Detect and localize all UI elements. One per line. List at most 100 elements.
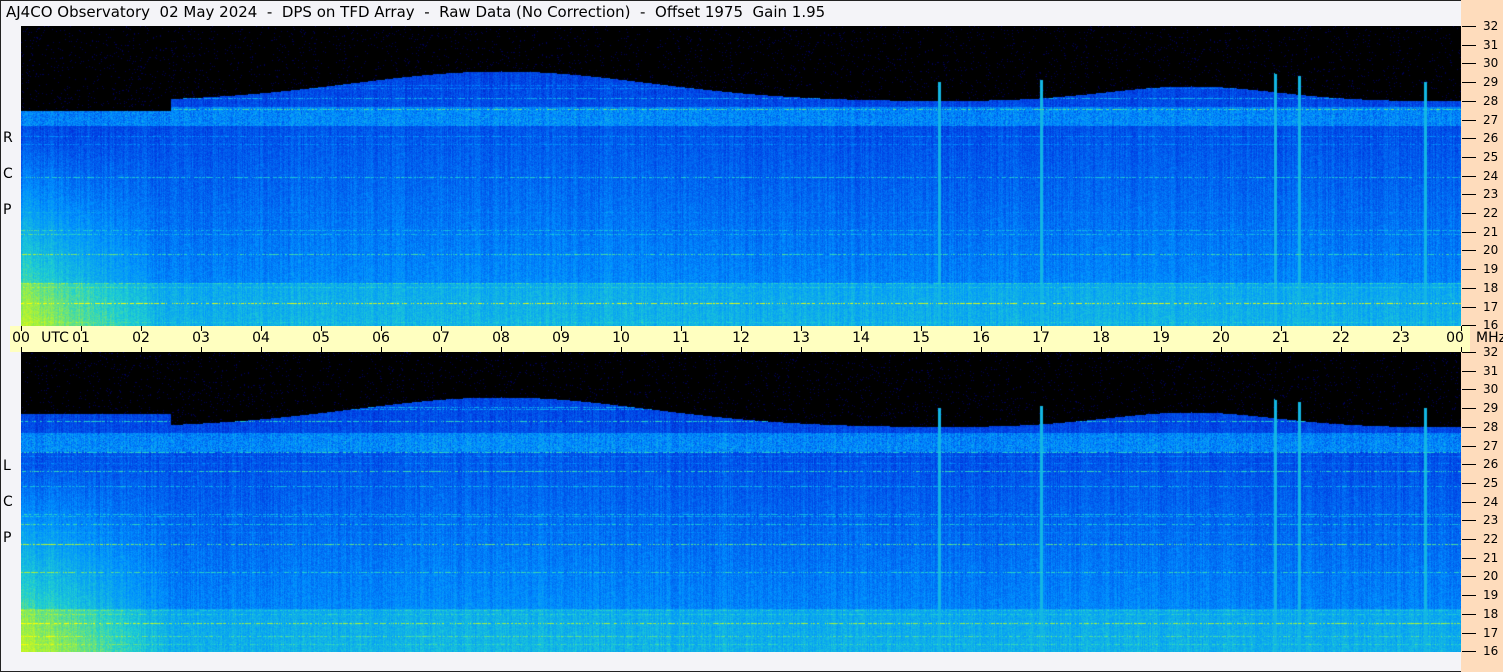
freq-tick-label: 23: [1483, 513, 1499, 528]
time-tick-label: 15: [912, 330, 930, 346]
time-tick-label: 04: [252, 330, 270, 346]
freq-tick-label: 27: [1483, 112, 1499, 127]
freq-tick-label: 24: [1483, 494, 1499, 509]
time-tick: [1401, 347, 1402, 352]
freq-tick-label: 26: [1483, 457, 1499, 472]
freq-tick: [1462, 325, 1476, 327]
time-tick-label: 07: [432, 330, 450, 346]
freq-tick: [1462, 370, 1476, 372]
freq-tick-label: 31: [1483, 37, 1499, 52]
freq-tick: [1462, 482, 1476, 484]
freq-tick-label: 21: [1483, 224, 1499, 239]
time-tick: [801, 347, 802, 352]
time-tick: [1101, 347, 1102, 352]
time-tick-label: 01: [72, 330, 90, 346]
time-tick-label: 10: [612, 330, 630, 346]
time-tick-label: 05: [312, 330, 330, 346]
time-tick-label: 08: [492, 330, 510, 346]
polarization-label: C: [3, 494, 13, 510]
time-tick: [921, 347, 922, 352]
freq-tick: [1462, 44, 1476, 46]
time-tick: [621, 347, 622, 352]
time-tick: [1341, 347, 1342, 352]
freq-tick-label: 30: [1483, 56, 1499, 71]
freq-tick: [1462, 156, 1476, 158]
freq-tick-label: 23: [1483, 187, 1499, 202]
polarization-label: L: [3, 458, 11, 474]
freq-tick-label: 17: [1483, 299, 1499, 314]
polarization-label: P: [3, 530, 12, 546]
freq-tick-label: 31: [1483, 363, 1499, 378]
time-tick-label: 00: [1446, 330, 1464, 346]
freq-tick-label: 20: [1483, 243, 1499, 258]
time-tick-label: 00: [12, 330, 30, 346]
polarization-label: C: [3, 166, 13, 182]
time-tick: [1281, 347, 1282, 352]
freq-tick: [1462, 539, 1476, 540]
time-tick: [81, 347, 82, 352]
freq-tick-label: 25: [1483, 475, 1499, 490]
freq-tick: [1462, 613, 1476, 615]
freq-tick-label: 16: [1483, 318, 1499, 333]
spectrogram-lcp: [21, 352, 1461, 652]
freq-tick: [1462, 100, 1476, 102]
time-tick-label: 12: [732, 330, 750, 346]
time-tick-label: 18: [1092, 330, 1110, 346]
time-tick-label: 16: [972, 330, 990, 346]
time-tick: [321, 347, 322, 352]
page-title: AJ4CO Observatory 02 May 2024 - DPS on T…: [6, 3, 826, 21]
freq-tick: [1462, 138, 1476, 140]
time-tick-label: 02: [132, 330, 150, 346]
polarization-label: P: [3, 202, 12, 218]
freq-tick: [1462, 26, 1476, 27]
freq-tick: [1462, 464, 1476, 466]
freq-tick-label: 27: [1483, 438, 1499, 453]
frequency-unit-label: MHz: [1476, 330, 1503, 346]
freq-tick: [1462, 426, 1476, 428]
freq-tick: [1462, 651, 1476, 653]
freq-tick: [1462, 557, 1476, 559]
freq-tick-label: 18: [1483, 606, 1499, 621]
time-tick-label: 11: [672, 330, 690, 346]
time-tick: [981, 347, 982, 352]
freq-tick-label: 24: [1483, 168, 1499, 183]
freq-tick-label: 32: [1483, 19, 1499, 33]
freq-tick-label: 28: [1483, 93, 1499, 108]
time-tick-label: 20: [1212, 330, 1230, 346]
time-tick-label: 06: [372, 330, 390, 346]
polarization-label: R: [3, 130, 13, 146]
time-tick: [741, 347, 742, 352]
freq-tick-label: 29: [1483, 75, 1499, 90]
freq-tick: [1462, 287, 1476, 289]
time-tick: [1161, 347, 1162, 352]
freq-tick: [1462, 520, 1476, 522]
time-tick: [561, 347, 562, 352]
freq-tick: [1462, 501, 1476, 503]
freq-tick: [1462, 269, 1476, 271]
freq-tick-label: 26: [1483, 131, 1499, 146]
freq-tick: [1462, 408, 1476, 410]
freq-tick-label: 20: [1483, 569, 1499, 584]
freq-tick: [1462, 213, 1476, 214]
time-tick-label: 21: [1272, 330, 1290, 346]
time-tick-label: 03: [192, 330, 210, 346]
time-tick: [861, 347, 862, 352]
freq-tick-label: 21: [1483, 550, 1499, 565]
time-tick-label: 22: [1332, 330, 1350, 346]
freq-tick-label: 19: [1483, 588, 1499, 603]
freq-tick: [1462, 231, 1476, 233]
freq-tick: [1462, 119, 1476, 121]
freq-tick-label: 16: [1483, 644, 1499, 659]
freq-tick: [1462, 175, 1476, 177]
freq-tick-label: 17: [1483, 625, 1499, 640]
freq-tick: [1462, 250, 1476, 252]
time-tick-label: 23: [1392, 330, 1410, 346]
time-tick: [1041, 347, 1042, 352]
freq-tick: [1462, 445, 1476, 447]
time-axis: 00 UTC 01 02 03 04 05 06 07 08 09 10 11 12 13 14 15 16 17 1…: [10, 326, 1470, 352]
time-tick: [381, 347, 382, 352]
freq-tick: [1462, 194, 1476, 196]
time-tick: [261, 347, 262, 352]
time-tick: [1221, 347, 1222, 352]
freq-tick-label: 22: [1483, 532, 1499, 546]
